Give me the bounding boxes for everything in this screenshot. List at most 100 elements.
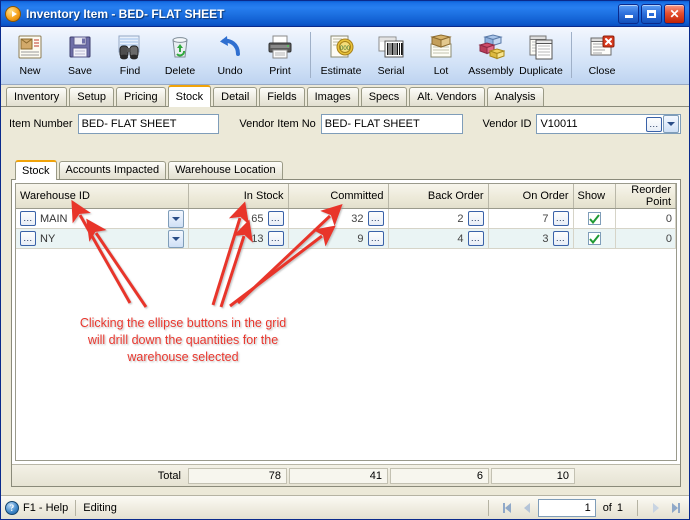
minimize-button[interactable] <box>618 3 639 24</box>
warehouse-ellipsis-button[interactable]: ... <box>20 211 36 226</box>
help-label[interactable]: F1 - Help <box>23 502 68 514</box>
last-record-icon[interactable] <box>667 500 685 516</box>
show-checkbox[interactable] <box>587 232 601 245</box>
cell-reorder-point[interactable]: 0 <box>615 208 676 229</box>
show-checkbox[interactable] <box>587 212 601 225</box>
column-header-warehouse-id[interactable]: Warehouse ID <box>16 184 189 209</box>
toolbar-button-find[interactable]: Find <box>105 29 155 83</box>
item-number-label: Item Number <box>9 118 73 130</box>
column-header-in-stock[interactable]: In Stock <box>188 184 289 209</box>
tab-stock[interactable]: Stock <box>167 85 212 107</box>
tab-label: Analysis <box>494 91 536 103</box>
status-separator <box>75 499 77 516</box>
committed-ellipsis-button[interactable]: ... <box>367 211 384 226</box>
toolbar-button-lot[interactable]: Lot <box>416 29 466 83</box>
inner-tab-accounts-impacted[interactable]: Accounts Impacted <box>58 161 167 179</box>
page-number-input[interactable]: 1 <box>537 498 596 517</box>
grid-empty-area[interactable] <box>16 249 676 460</box>
cell-in-stock[interactable]: 13 ... <box>188 228 289 249</box>
tab-specs[interactable]: Specs <box>360 87 408 106</box>
title-bar: Inventory Item - BED- FLAT SHEET ✕ <box>1 1 689 27</box>
total-committed: 41 <box>289 467 388 484</box>
vendor-id-ellipsis-button[interactable]: ... <box>646 116 663 132</box>
cell-warehouse-id[interactable]: ... NY <box>16 228 189 249</box>
cell-committed[interactable]: 9 ... <box>288 228 389 249</box>
svg-text:000: 000 <box>340 46 351 52</box>
vendor-item-no-input[interactable]: BED- FLAT SHEET <box>320 114 463 134</box>
toolbar-button-estimate[interactable]: 000 Estimate <box>316 29 366 83</box>
table-row[interactable]: ... MAIN 65 ... 32 ... 2 ... 7 ... 0 <box>16 208 676 229</box>
toolbar-button-new[interactable]: New <box>5 29 55 83</box>
next-record-icon[interactable] <box>647 500 665 516</box>
total-label: Total <box>157 469 181 482</box>
toolbar-label: New <box>19 65 41 77</box>
undo-arrow-icon <box>216 32 244 62</box>
in-stock-ellipsis-button[interactable]: ... <box>267 231 284 246</box>
inner-tab-stock[interactable]: Stock <box>15 160 57 180</box>
vendor-id-combo[interactable]: V10011 ... <box>536 114 682 134</box>
cell-back-order[interactable]: 4 ... <box>388 228 489 249</box>
inner-tab-warehouse-location[interactable]: Warehouse Location <box>168 161 283 179</box>
cell-on-order[interactable]: 3 ... <box>488 228 574 249</box>
item-header-row: Item Number BED- FLAT SHEET Vendor Item … <box>9 113 682 135</box>
toolbar-button-duplicate[interactable]: Duplicate <box>516 29 566 83</box>
column-header-committed[interactable]: Committed <box>288 184 389 209</box>
tab-images[interactable]: Images <box>306 87 359 106</box>
previous-record-icon[interactable] <box>518 500 536 516</box>
table-row[interactable]: ... NY 13 ... 9 ... 4 ... 3 ... 0 <box>16 228 676 249</box>
back-order-ellipsis-button[interactable]: ... <box>467 231 484 246</box>
cell-reorder-point[interactable]: 0 <box>615 228 676 249</box>
back-order-ellipsis-button[interactable]: ... <box>467 211 484 226</box>
toolbar-button-assembly[interactable]: Assembly <box>466 29 516 83</box>
chevron-down-icon[interactable] <box>167 209 184 228</box>
stock-inner-tab-bar: Stock Accounts Impacted Warehouse Locati… <box>11 159 681 180</box>
chevron-down-icon[interactable] <box>167 229 184 248</box>
page-total: 1 <box>616 501 623 514</box>
inventory-item-window: Inventory Item - BED- FLAT SHEET ✕ New S… <box>0 0 690 520</box>
column-header-reorder-point[interactable]: Reorder Point <box>615 184 676 209</box>
tab-analysis[interactable]: Analysis <box>486 87 544 106</box>
toolbar-button-print[interactable]: Print <box>255 29 305 83</box>
first-record-icon[interactable] <box>498 500 516 516</box>
toolbar-label: Lot <box>433 65 449 77</box>
toolbar-button-close[interactable]: Close <box>577 29 627 83</box>
in-stock-ellipsis-button[interactable]: ... <box>267 211 284 226</box>
column-header-show[interactable]: Show <box>573 184 616 209</box>
tab-fields[interactable]: Fields <box>259 87 305 106</box>
cell-show[interactable] <box>573 228 616 249</box>
on-order-ellipsis-button[interactable]: ... <box>552 211 569 226</box>
chevron-down-icon[interactable] <box>663 115 680 133</box>
warehouse-ellipsis-button[interactable]: ... <box>20 231 36 246</box>
lot-box-icon <box>427 32 455 62</box>
floppy-disk-icon <box>66 32 94 62</box>
status-separator <box>487 499 489 516</box>
cell-in-stock[interactable]: 65 ... <box>188 208 289 229</box>
column-header-back-order[interactable]: Back Order <box>388 184 489 209</box>
cell-on-order[interactable]: 7 ... <box>488 208 574 229</box>
on-order-ellipsis-button[interactable]: ... <box>552 231 569 246</box>
tab-pricing[interactable]: Pricing <box>116 87 166 106</box>
in-stock-value: 13 <box>251 232 264 245</box>
item-number-input[interactable]: BED- FLAT SHEET <box>77 114 220 134</box>
window-controls: ✕ <box>618 3 685 24</box>
toolbar-button-undo[interactable]: Undo <box>205 29 255 83</box>
cell-warehouse-id[interactable]: ... MAIN <box>16 208 189 229</box>
column-header-on-order[interactable]: On Order <box>488 184 574 209</box>
duplicate-pages-icon <box>527 32 555 62</box>
cell-show[interactable] <box>573 208 616 229</box>
tab-setup[interactable]: Setup <box>69 87 114 106</box>
toolbar-button-save[interactable]: Save <box>55 29 105 83</box>
cell-back-order[interactable]: 2 ... <box>388 208 489 229</box>
toolbar-button-delete[interactable]: Delete <box>155 29 205 83</box>
committed-ellipsis-button[interactable]: ... <box>367 231 384 246</box>
tab-detail[interactable]: Detail <box>213 87 258 106</box>
close-button[interactable]: ✕ <box>664 3 685 24</box>
tab-alt-vendors[interactable]: Alt. Vendors <box>409 87 485 106</box>
tab-inventory[interactable]: Inventory <box>6 87 68 106</box>
maximize-button[interactable] <box>641 3 662 24</box>
tab-label: Images <box>314 91 351 103</box>
toolbar-label: Close <box>588 65 616 77</box>
tab-label: Alt. Vendors <box>417 91 477 103</box>
toolbar-button-serial[interactable]: Serial <box>366 29 416 83</box>
cell-committed[interactable]: 32 ... <box>288 208 389 229</box>
